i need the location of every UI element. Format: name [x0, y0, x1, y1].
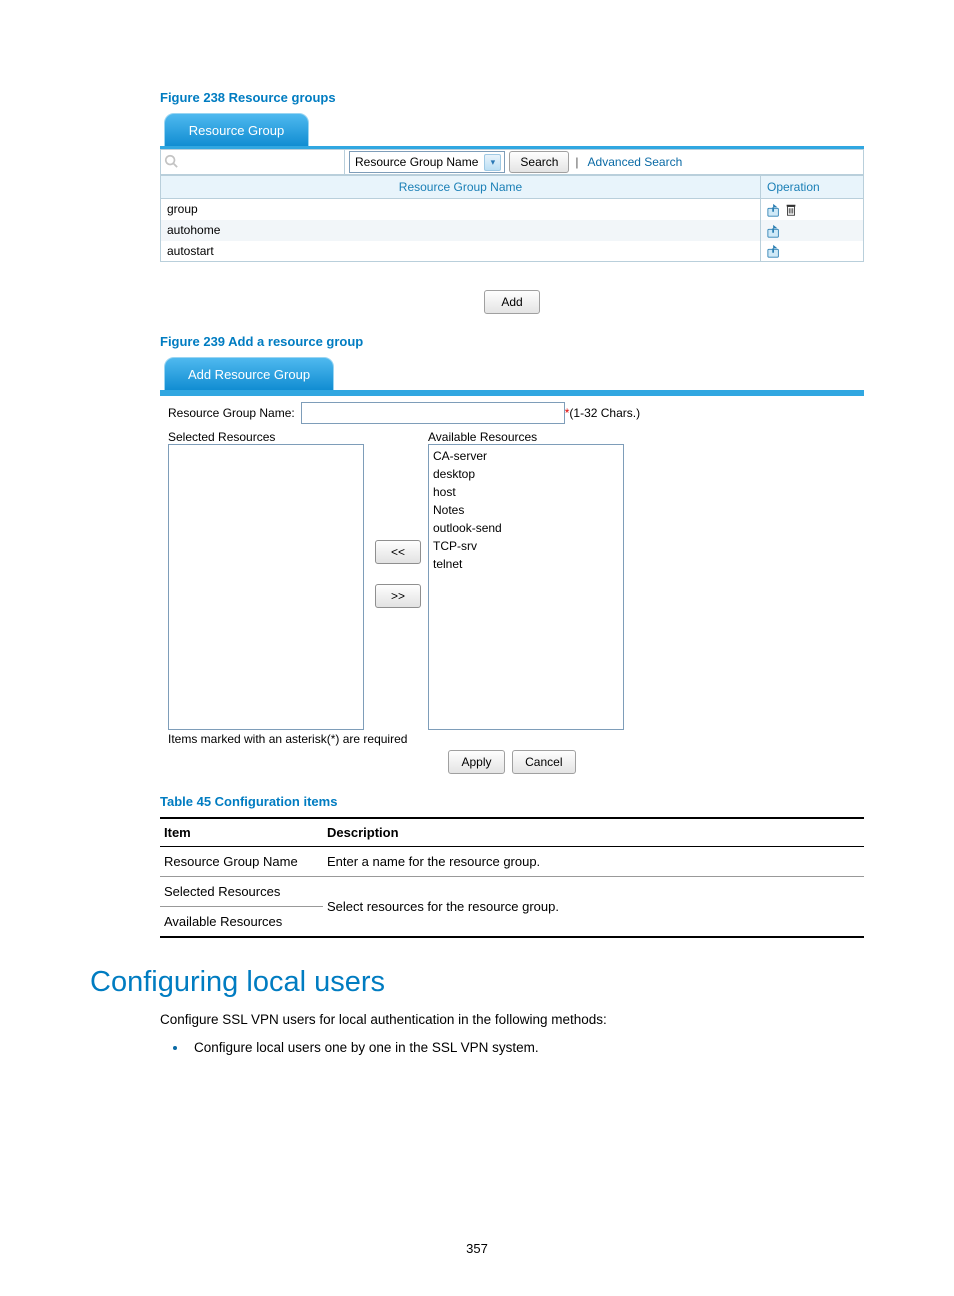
- separator: |: [575, 155, 578, 169]
- table-row: Selected Resources Select resources for …: [160, 877, 864, 907]
- bullet-list: Configure local users one by one in the …: [160, 1040, 864, 1055]
- section-heading: Configuring local users: [90, 966, 864, 999]
- table-row: autostart: [161, 241, 864, 262]
- configure-icon[interactable]: [767, 244, 781, 258]
- dropdown-label: Resource Group Name: [355, 155, 478, 169]
- move-right-button[interactable]: >>: [375, 584, 421, 608]
- list-item[interactable]: desktop: [433, 465, 619, 483]
- cell-name: group: [161, 199, 761, 220]
- resource-group-table: Resource Group Name Operation groupautoh…: [160, 175, 864, 262]
- cell-item: Resource Group Name: [160, 847, 323, 877]
- tab-underline-2: [160, 390, 864, 393]
- tab-bar-2: Add Resource Group: [160, 357, 864, 393]
- list-item[interactable]: TCP-srv: [433, 537, 619, 555]
- cancel-button[interactable]: Cancel: [512, 750, 575, 774]
- page-number: 357: [0, 1241, 954, 1256]
- move-left-button[interactable]: <<: [375, 540, 421, 564]
- available-label: Available Resources: [428, 430, 624, 444]
- search-input[interactable]: [178, 150, 334, 174]
- table-row: autohome: [161, 220, 864, 241]
- col-name-header: Resource Group Name: [161, 176, 761, 199]
- cell-name: autostart: [161, 241, 761, 262]
- list-item[interactable]: CA-server: [433, 447, 619, 465]
- list-item[interactable]: outlook-send: [433, 519, 619, 537]
- selected-label: Selected Resources: [168, 430, 368, 444]
- required-note: Items marked with an asterisk(*) are req…: [168, 732, 856, 746]
- cell-desc: Select resources for the resource group.: [323, 877, 864, 938]
- cell-item: Selected Resources: [160, 877, 323, 907]
- configure-icon[interactable]: [767, 203, 781, 217]
- apply-button[interactable]: Apply: [448, 750, 504, 774]
- tab-add-resource-group[interactable]: Add Resource Group: [164, 357, 334, 393]
- intro-text: Configure SSL VPN users for local authen…: [160, 1011, 864, 1030]
- cell-item: Available Resources: [160, 907, 323, 938]
- add-button[interactable]: Add: [484, 290, 539, 314]
- tab-bar: Resource Group: [160, 113, 864, 149]
- cell-desc: Enter a name for the resource group.: [323, 847, 864, 877]
- search-bar: Resource Group Name ▾ Search | Advanced …: [160, 149, 864, 175]
- figure-238-caption: Figure 238 Resource groups: [160, 90, 864, 105]
- cell-operation: [761, 199, 864, 220]
- chevron-down-icon: ▾: [484, 154, 501, 171]
- table-row: group: [161, 199, 864, 220]
- selected-listbox[interactable]: [168, 444, 364, 730]
- available-listbox[interactable]: CA-serverdesktophostNotesoutlook-sendTCP…: [428, 444, 624, 730]
- table-row: Resource Group Name Enter a name for the…: [160, 847, 864, 877]
- list-item[interactable]: Notes: [433, 501, 619, 519]
- table-45-caption: Table 45 Configuration items: [160, 794, 864, 809]
- search-input-wrap: [161, 150, 345, 174]
- configure-icon[interactable]: [767, 224, 781, 238]
- th-description: Description: [323, 818, 864, 847]
- trash-icon[interactable]: [784, 203, 798, 217]
- figure-239: Add Resource Group Resource Group Name: …: [160, 357, 864, 774]
- list-item[interactable]: telnet: [433, 555, 619, 573]
- resource-group-name-input[interactable]: [301, 402, 565, 424]
- cell-name: autohome: [161, 220, 761, 241]
- bullet-item: Configure local users one by one in the …: [188, 1040, 864, 1055]
- search-field-dropdown[interactable]: Resource Group Name ▾: [349, 151, 505, 173]
- cell-operation: [761, 241, 864, 262]
- list-item[interactable]: host: [433, 483, 619, 501]
- tab-underline: [160, 146, 864, 149]
- configuration-items-table: Item Description Resource Group Name Ent…: [160, 817, 864, 938]
- figure-239-caption: Figure 239 Add a resource group: [160, 334, 864, 349]
- search-button[interactable]: Search: [509, 151, 569, 173]
- dual-list: Selected Resources << >> Available Resou…: [168, 430, 856, 730]
- col-operation-header: Operation: [761, 176, 864, 199]
- tab-resource-group[interactable]: Resource Group: [164, 113, 309, 149]
- th-item: Item: [160, 818, 323, 847]
- advanced-search-link[interactable]: Advanced Search: [588, 155, 683, 169]
- name-label: Resource Group Name:: [168, 406, 295, 420]
- chars-hint: (1-32 Chars.): [569, 406, 640, 420]
- cell-operation: [761, 220, 864, 241]
- search-icon: [164, 154, 178, 171]
- figure-238: Resource Group Resource Group Name ▾ Sea…: [160, 113, 864, 314]
